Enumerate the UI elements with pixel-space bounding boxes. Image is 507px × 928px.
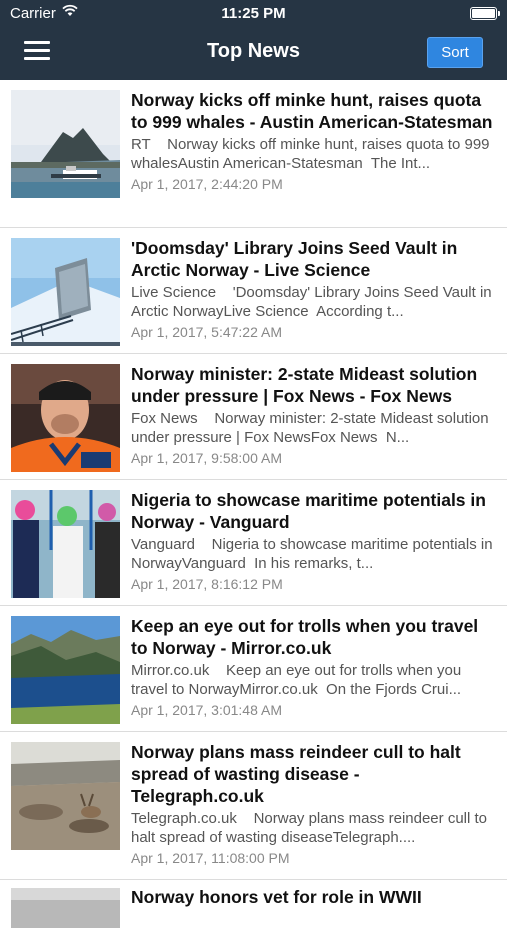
list-item[interactable]: Keep an eye out for trolls when you trav…	[0, 606, 507, 732]
list-item[interactable]: Norway kicks off minke hunt, raises quot…	[0, 80, 507, 228]
list-item[interactable]: 'Doomsday' Library Joins Seed Vault in A…	[0, 228, 507, 354]
article-snippet: RT Norway kicks off minke hunt, raises q…	[131, 136, 494, 172]
article-date: Apr 1, 2017, 8:16:12 PM	[131, 576, 283, 592]
article-thumbnail	[11, 238, 120, 346]
article-date: Apr 1, 2017, 11:08:00 PM	[131, 850, 290, 866]
article-thumbnail	[11, 490, 120, 598]
list-item[interactable]: Norway plans mass reindeer cull to halt …	[0, 732, 507, 880]
navigation-bar: Carrier 11:25 PM Top News Sort	[0, 0, 507, 80]
clock: 11:25 PM	[221, 5, 286, 22]
article-snippet: Vanguard Nigeria to showcase maritime po…	[131, 536, 497, 572]
article-snippet: Mirror.co.uk Keep an eye out for trolls …	[131, 662, 466, 698]
list-item[interactable]: Norway minister: 2-state Mideast solutio…	[0, 354, 507, 480]
article-snippet: Telegraph.co.uk Norway plans mass reinde…	[131, 810, 492, 846]
news-list: Norway kicks off minke hunt, raises quot…	[0, 80, 507, 928]
article-thumbnail	[11, 888, 120, 928]
article-date: Apr 1, 2017, 3:01:48 AM	[131, 702, 282, 718]
article-snippet: Fox News Norway minister: 2-state Mideas…	[131, 410, 493, 446]
list-item[interactable]: Norway honors vet for role in WWII	[0, 880, 507, 928]
article-headline: Norway kicks off minke hunt, raises quot…	[131, 90, 493, 132]
article-headline: Nigeria to showcase maritime potentials …	[131, 490, 486, 532]
article-thumbnail	[11, 616, 120, 724]
article-snippet: Live Science 'Doomsday' Library Joins Se…	[131, 284, 495, 320]
sort-button[interactable]: Sort	[427, 37, 483, 68]
article-headline: 'Doomsday' Library Joins Seed Vault in A…	[131, 238, 458, 280]
list-item[interactable]: Nigeria to showcase maritime potentials …	[0, 480, 507, 606]
status-bar: Carrier 11:25 PM	[0, 0, 507, 28]
article-date: Apr 1, 2017, 2:44:20 PM	[131, 176, 283, 192]
article-headline: Norway minister: 2-state Mideast solutio…	[131, 364, 478, 406]
article-headline: Norway honors vet for role in WWII	[131, 887, 422, 907]
article-thumbnail	[11, 742, 120, 850]
article-thumbnail	[11, 364, 120, 472]
article-thumbnail	[11, 90, 120, 198]
article-headline: Norway plans mass reindeer cull to halt …	[131, 742, 461, 806]
article-headline: Keep an eye out for trolls when you trav…	[131, 616, 479, 658]
article-date: Apr 1, 2017, 9:58:00 AM	[131, 450, 282, 466]
article-date: Apr 1, 2017, 5:47:22 AM	[131, 324, 282, 340]
battery-icon	[470, 7, 500, 20]
